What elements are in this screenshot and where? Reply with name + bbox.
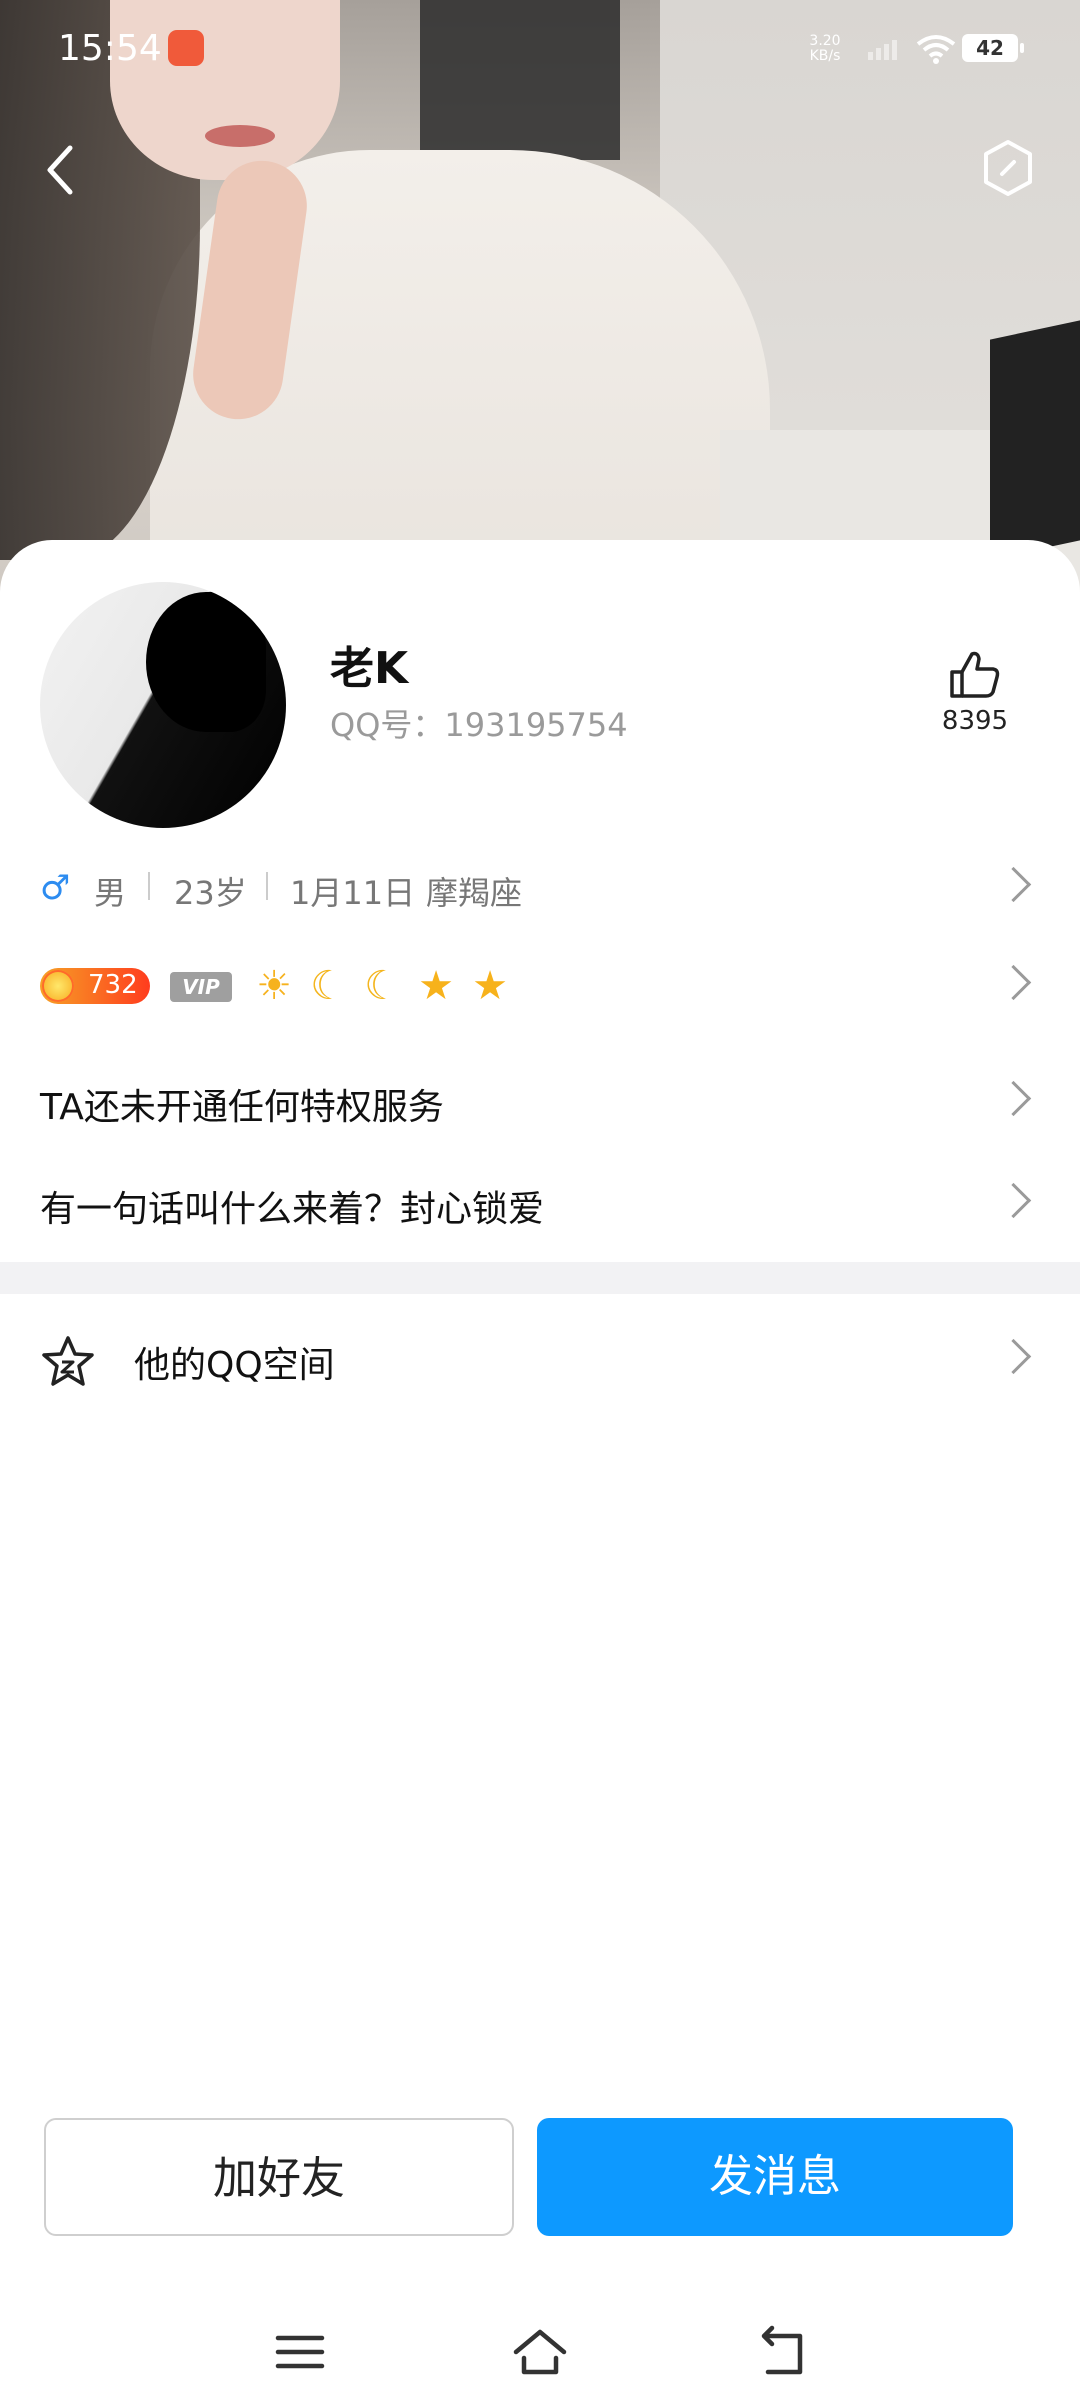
wifi-icon — [916, 35, 956, 64]
signature-row[interactable]: 有一句话叫什么来着？封心锁爱 — [0, 1158, 1080, 1248]
level-badge-row[interactable]: 732 VIP ☀ ☾ ☾ ★ ★ — [0, 940, 1080, 1030]
battery-indicator: 42 — [962, 34, 1024, 62]
profile-name: 老K — [330, 643, 409, 694]
network-speed-value: 3.20 — [809, 33, 841, 49]
chevron-right-icon — [995, 964, 1032, 1001]
zodiac-text: 摩羯座 — [426, 874, 523, 912]
sun-icon: ☀ — [256, 963, 292, 1009]
level-value: 732 — [88, 970, 138, 1000]
qzone-star-icon — [42, 1336, 94, 1386]
qq-number: QQ号：193195754 — [330, 706, 628, 744]
moon-icon: ☾ — [364, 963, 400, 1009]
level-badge: 732 — [40, 968, 150, 1004]
avatar[interactable] — [40, 582, 286, 828]
back-nav-icon[interactable] — [752, 2322, 812, 2382]
chevron-right-icon — [995, 866, 1032, 903]
signature-text: 有一句话叫什么来着？封心锁爱 — [40, 1189, 545, 1230]
coin-icon — [42, 970, 74, 1002]
cover-person-lips — [205, 125, 275, 147]
avatar-silhouette — [146, 592, 266, 732]
chevron-right-icon — [995, 1338, 1032, 1375]
male-icon: ♂ — [40, 868, 71, 908]
home-icon[interactable] — [510, 2322, 570, 2382]
network-speed-unit: KB/s — [809, 48, 841, 64]
signal-icon — [868, 40, 897, 60]
network-speed: 3.20 KB/s — [800, 34, 850, 64]
star-icon: ★ — [472, 963, 508, 1009]
status-bar: 15:54 3.20 KB/s 42 — [0, 0, 1080, 100]
notification-app-icon — [168, 30, 204, 66]
send-message-button[interactable]: 发消息 — [537, 2118, 1013, 2236]
section-divider — [0, 1262, 1080, 1294]
like-count: 8395 — [941, 706, 1009, 736]
back-icon[interactable] — [40, 140, 80, 200]
menu-icon[interactable] — [270, 2322, 330, 2382]
star-icon: ★ — [418, 963, 454, 1009]
chevron-right-icon — [995, 1182, 1032, 1219]
system-navigation-bar — [0, 2300, 1080, 2408]
chevron-right-icon — [995, 1080, 1032, 1117]
age-text: 23岁 — [174, 874, 247, 912]
vip-badge: VIP — [170, 972, 232, 1002]
gender-text: 男 — [94, 874, 127, 912]
add-friend-button[interactable]: 加好友 — [44, 2118, 514, 2236]
privilege-row[interactable]: TA还未开通任何特权服务 — [0, 1056, 1080, 1146]
settings-hex-icon[interactable] — [980, 138, 1036, 198]
like-button[interactable]: 8395 — [930, 650, 1020, 736]
moon-icon: ☾ — [310, 963, 346, 1009]
separator — [148, 872, 150, 900]
cover-chair — [990, 320, 1080, 560]
qzone-row[interactable]: 他的QQ空间 — [0, 1314, 1080, 1404]
basic-info-row[interactable]: ♂ 男 23岁 1月11日 摩羯座 — [0, 842, 1080, 932]
status-time: 15:54 — [58, 28, 162, 69]
separator — [266, 872, 268, 900]
privilege-text: TA还未开通任何特权服务 — [40, 1087, 444, 1128]
thumbs-up-icon — [950, 651, 1000, 698]
birthday-text: 1月11日 — [290, 874, 416, 912]
qzone-text: 他的QQ空间 — [134, 1345, 335, 1386]
